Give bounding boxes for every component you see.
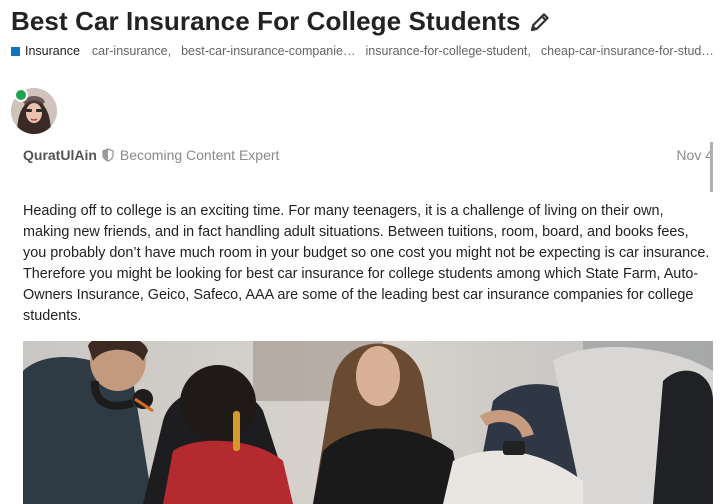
topic-title: Best Car Insurance For College Students: [11, 6, 521, 36]
post-body-text: Heading off to college is an exciting ti…: [23, 203, 710, 324]
topic-title-row: Best Car Insurance For College Students: [11, 6, 551, 37]
category-color-badge: [11, 46, 20, 56]
category-link[interactable]: Insurance: [25, 44, 80, 58]
pencil-icon[interactable]: [529, 11, 551, 33]
tag-link[interactable]: cheap-car-insurance-for-stud…: [541, 44, 714, 58]
tag-link[interactable]: best-car-insurance-companie…: [181, 44, 355, 58]
topic-tags-row: Insurance car-insurance, best-car-insura…: [11, 44, 726, 58]
timeline-scroll-marker[interactable]: [710, 142, 713, 192]
post-meta: QuratUlAin Becoming Content Expert Nov 4: [23, 147, 713, 163]
author-username[interactable]: QuratUlAin: [23, 147, 97, 163]
post-photo[interactable]: [23, 341, 713, 504]
shield-icon: [102, 148, 114, 162]
tag-link[interactable]: car-insurance,: [92, 44, 171, 58]
online-status-indicator: [14, 88, 28, 102]
tag-link[interactable]: insurance-for-college-student,: [366, 44, 531, 58]
author-title: Becoming Content Expert: [119, 147, 280, 163]
post-date[interactable]: Nov 4: [676, 147, 713, 163]
